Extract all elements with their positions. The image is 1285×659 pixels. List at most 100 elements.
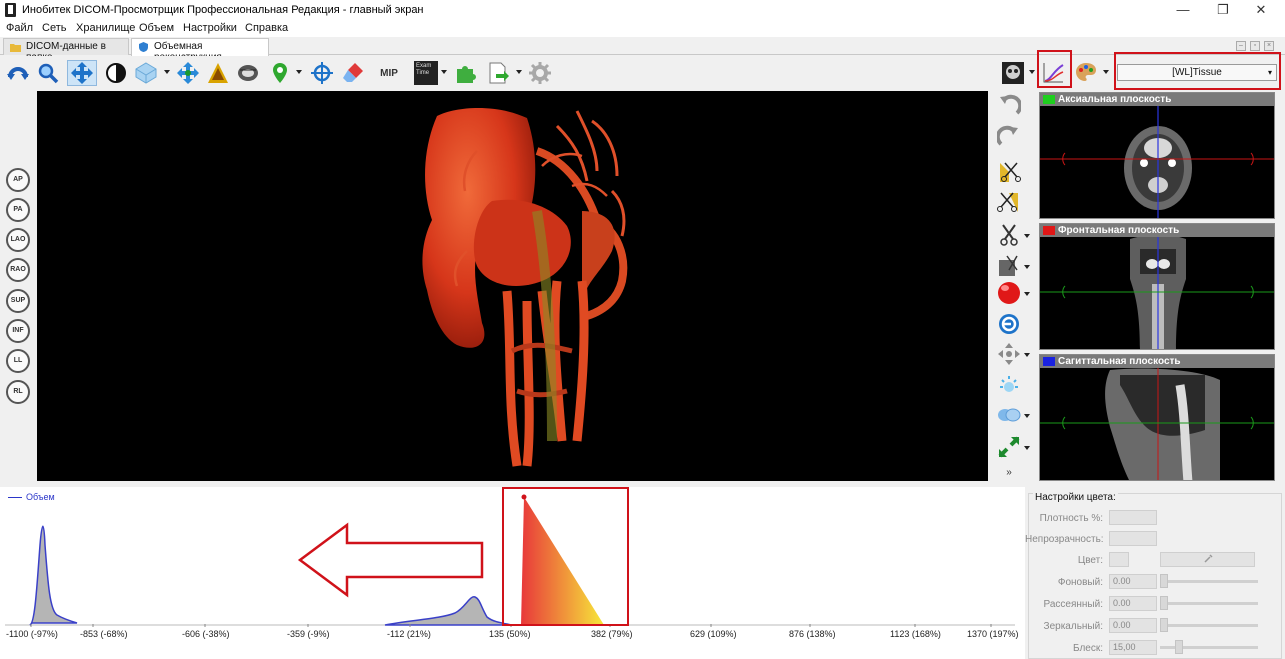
- angle-tool-button[interactable]: [205, 60, 231, 86]
- light-button[interactable]: [994, 373, 1024, 399]
- ambient-input[interactable]: 0.00: [1109, 574, 1157, 589]
- zoom-tool-button[interactable]: [35, 60, 61, 86]
- volume-render-viewport[interactable]: [37, 91, 988, 481]
- tab-dicom-folder[interactable]: DICOM-данные в папке: [3, 38, 129, 63]
- pane-header: Фронтальная плоскость: [1040, 224, 1274, 237]
- color-settings-title: Настройки цвета:: [1033, 492, 1118, 503]
- pane-title: Фронтальная плоскость: [1058, 225, 1180, 236]
- stereo-dropdown-icon[interactable]: [1024, 414, 1030, 418]
- cut-inside-button[interactable]: [994, 159, 1024, 185]
- plugins-button[interactable]: [453, 60, 479, 86]
- ambient-label: Фоновый:: [1057, 577, 1103, 588]
- redo-icon: [997, 125, 1018, 146]
- specular-input[interactable]: 0.00: [1109, 618, 1157, 633]
- tab-close-icon[interactable]: ×: [1264, 41, 1274, 51]
- opacity-input[interactable]: [1109, 531, 1157, 546]
- shininess-input[interactable]: 15,00: [1109, 640, 1157, 655]
- menu-storage[interactable]: Хранилище: [76, 22, 135, 34]
- window-title: Инобитек DICOM-Просмотрщик Профессиональ…: [22, 4, 424, 16]
- sphere-button[interactable]: [994, 280, 1024, 306]
- export-dropdown-icon[interactable]: [516, 70, 522, 74]
- color-picker-button[interactable]: [1160, 552, 1255, 567]
- ruler-tool-button[interactable]: [235, 60, 261, 86]
- menu-file[interactable]: Файл: [6, 22, 33, 34]
- menu-volume[interactable]: Объем: [139, 22, 174, 34]
- marker-tool-button[interactable]: [267, 60, 293, 86]
- cube-view-dropdown-icon[interactable]: [164, 70, 170, 74]
- shininess-slider-thumb[interactable]: [1175, 640, 1183, 654]
- pane-header: Сагиттальная плоскость: [1040, 355, 1274, 368]
- gear-icon: [529, 62, 551, 84]
- marker-dropdown-icon[interactable]: [296, 70, 302, 74]
- menu-settings[interactable]: Настройки: [183, 22, 237, 34]
- redo-button[interactable]: [994, 123, 1024, 149]
- highlight-preset: [1114, 52, 1281, 90]
- more-tools-icon[interactable]: »: [994, 464, 1024, 480]
- cut-outside-button[interactable]: [994, 189, 1024, 215]
- undo-button[interactable]: [994, 92, 1024, 118]
- export-button[interactable]: [485, 60, 511, 86]
- orient-ll-button[interactable]: LL: [6, 349, 30, 373]
- exam-info-button[interactable]: Exam Time: [413, 60, 439, 86]
- specular-slider-thumb[interactable]: [1160, 618, 1168, 632]
- crop-dropdown-icon[interactable]: [1024, 265, 1030, 269]
- cube-view-button[interactable]: [133, 60, 159, 86]
- color-settings-panel: Настройки цвета: Плотность %: Непрозрачн…: [1025, 487, 1285, 659]
- sagittal-pane[interactable]: Сагиттальная плоскость: [1039, 354, 1275, 481]
- palette-dropdown-icon[interactable]: [1103, 70, 1109, 74]
- pane-header: Аксиальная плоскость: [1040, 93, 1274, 106]
- pan-tool-button[interactable]: [67, 60, 97, 86]
- orient-ap-button[interactable]: AP: [6, 168, 30, 192]
- fullscreen-button[interactable]: [994, 434, 1024, 460]
- mip-button[interactable]: MIP: [376, 60, 402, 86]
- settings-button[interactable]: [527, 60, 553, 86]
- mpr-scrollbar[interactable]: [1276, 91, 1285, 481]
- transfer-function-editor[interactable]: Объем -1100 (-97%) -853 (-68%) -606 (-38…: [0, 487, 1025, 659]
- crop-button[interactable]: [994, 253, 1024, 279]
- window-level-tool-button[interactable]: [103, 60, 129, 86]
- move-crosshair-button[interactable]: [994, 341, 1024, 367]
- move-dropdown-icon[interactable]: [1024, 353, 1030, 357]
- axial-pane[interactable]: Аксиальная плоскость: [1039, 92, 1275, 219]
- render-mode-dropdown-icon[interactable]: [1029, 70, 1035, 74]
- menu-help[interactable]: Справка: [245, 22, 288, 34]
- ambient-slider-thumb[interactable]: [1160, 574, 1168, 588]
- crosshair-tool-button[interactable]: [309, 60, 335, 86]
- ambient-slider-track[interactable]: [1160, 580, 1258, 583]
- color-swatch-button[interactable]: [1109, 552, 1129, 567]
- diffuse-slider-thumb[interactable]: [1160, 596, 1168, 610]
- move-arrows-icon: [71, 62, 93, 84]
- menu-network[interactable]: Сеть: [42, 22, 66, 34]
- render-mode-button[interactable]: [1000, 60, 1026, 86]
- scissors-dropdown-icon[interactable]: [1024, 234, 1030, 238]
- tab-minimize-icon[interactable]: –: [1236, 41, 1246, 51]
- eraser-tool-button[interactable]: [340, 60, 366, 86]
- scissors-button[interactable]: [994, 222, 1024, 248]
- density-input[interactable]: [1109, 510, 1157, 525]
- orient-sup-button[interactable]: SUP: [6, 289, 30, 313]
- axial-color-swatch: [1043, 95, 1055, 104]
- specular-slider-track[interactable]: [1160, 624, 1258, 627]
- move-volume-button[interactable]: [175, 60, 201, 86]
- tab-volume-reconstruction[interactable]: Объемная реконструкция: [131, 38, 269, 63]
- diffuse-input[interactable]: 0.00: [1109, 596, 1157, 611]
- highlight-transfer-ramp: [502, 487, 629, 626]
- orient-rao-button[interactable]: RAO: [6, 258, 30, 282]
- orient-rl-button[interactable]: RL: [6, 380, 30, 404]
- rotate-tool-button[interactable]: [5, 60, 31, 86]
- tab-restore-icon[interactable]: ▫: [1250, 41, 1260, 51]
- orient-inf-button[interactable]: INF: [6, 319, 30, 343]
- color-palette-button[interactable]: [1073, 60, 1099, 86]
- fullscreen-dropdown-icon[interactable]: [1024, 446, 1030, 450]
- close-button[interactable]: ✕: [1244, 0, 1278, 20]
- diffuse-slider-track[interactable]: [1160, 602, 1258, 605]
- sphere-dropdown-icon[interactable]: [1024, 292, 1030, 296]
- maximize-button[interactable]: ❐: [1206, 0, 1240, 20]
- orient-pa-button[interactable]: PA: [6, 198, 30, 222]
- exam-info-dropdown-icon[interactable]: [441, 70, 447, 74]
- orient-lao-button[interactable]: LAO: [6, 228, 30, 252]
- stereo-button[interactable]: [994, 402, 1024, 428]
- minimize-button[interactable]: —: [1166, 0, 1200, 20]
- frontal-pane[interactable]: Фронтальная плоскость: [1039, 223, 1275, 350]
- reset-button[interactable]: [994, 311, 1024, 337]
